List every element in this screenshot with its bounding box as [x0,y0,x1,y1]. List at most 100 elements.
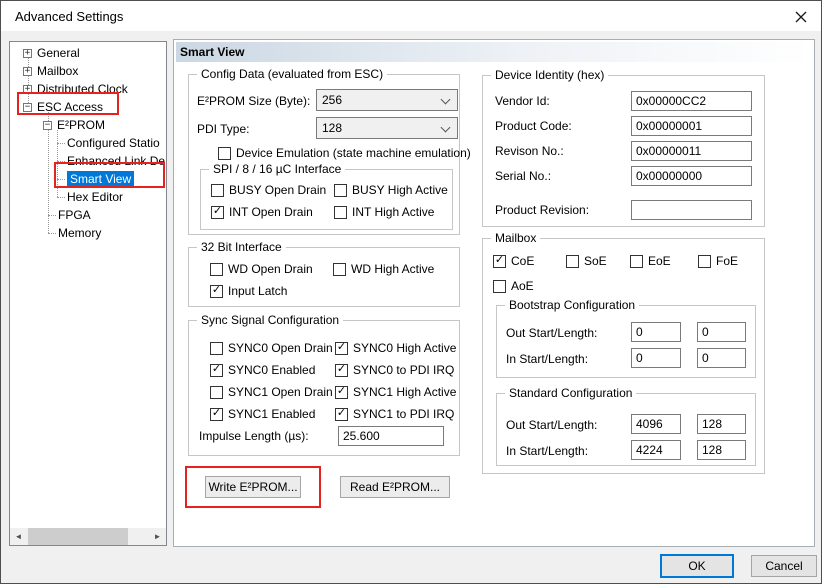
bootstrap-in-length-field[interactable]: 0 [697,348,746,368]
bootstrap-out-start-field[interactable]: 0 [631,322,681,342]
expand-plus-icon[interactable]: + [23,67,32,76]
checkbox-sync0-high-active[interactable]: ✓ SYNC0 High Active [335,341,456,355]
tree-connector [57,179,65,180]
checkbox-box [566,255,579,268]
checkbox-coe[interactable]: ✓ CoE [493,254,534,268]
read-eeprom-button[interactable]: Read E²PROM... [340,476,450,498]
tree-connector [48,215,56,216]
checkbox-label: SYNC1 Enabled [228,407,315,421]
checkbox-box [210,342,223,355]
checkbox-device-emulation[interactable]: Device Emulation (state machine emulatio… [218,146,471,160]
checkmark-icon: ✓ [337,342,346,353]
tree-item-configured-station[interactable]: Configured Statio [10,134,166,152]
checkbox-sync1-to-pdi-irq[interactable]: ✓ SYNC1 to PDI IRQ [335,407,454,421]
tree-item-memory[interactable]: Memory [10,224,166,242]
cancel-button[interactable]: Cancel [751,555,817,577]
pdi-type-label: PDI Type: [197,122,249,136]
group-spi-interface: SPI / 8 / 16 µC Interface BUSY Open Drai… [200,169,453,230]
checkbox-box [210,386,223,399]
checkbox-foe[interactable]: FoE [698,254,738,268]
write-eeprom-button[interactable]: Write E²PROM... [205,476,301,498]
checkbox-label: SoE [584,254,607,268]
vendor-id-field[interactable]: 0x00000CC2 [631,91,752,111]
checkbox-label: SYNC0 to PDI IRQ [353,363,454,377]
standard-out-start-field[interactable]: 4096 [631,414,681,434]
checkbox-sync0-open-drain[interactable]: SYNC0 Open Drain [210,341,333,355]
checkmark-icon: ✓ [337,408,346,419]
checkbox-box: ✓ [335,364,348,377]
checkbox-label: FoE [716,254,738,268]
checkmark-icon: ✓ [495,255,504,266]
checkbox-box [210,263,223,276]
expand-plus-icon[interactable]: + [23,49,32,58]
tree-item-enhanced-link-detection[interactable]: Enhanced Link De [10,152,166,170]
scroll-right-arrow-icon[interactable]: ► [149,528,166,545]
checkbox-busy-open-drain[interactable]: BUSY Open Drain [211,183,326,197]
scrollbar-thumb[interactable] [28,528,128,545]
checkbox-wd-open-drain[interactable]: WD Open Drain [210,262,313,276]
tree-item-general[interactable]: + General [10,44,166,62]
eeprom-size-select[interactable]: 256 [316,89,458,111]
checkbox-wd-high-active[interactable]: WD High Active [333,262,434,276]
checkbox-box [333,263,346,276]
tree-item-smart-view[interactable]: Smart View [10,170,166,188]
checkbox-sync0-enabled[interactable]: ✓ SYNC0 Enabled [210,363,315,377]
vendor-id-label: Vendor Id: [495,94,550,108]
checkbox-box: ✓ [210,364,223,377]
checkbox-sync0-to-pdi-irq[interactable]: ✓ SYNC0 to PDI IRQ [335,363,454,377]
checkbox-sync1-high-active[interactable]: ✓ SYNC1 High Active [335,385,456,399]
serial-no-field[interactable]: 0x00000000 [631,166,752,186]
titlebar: Advanced Settings [1,1,821,31]
expand-minus-icon[interactable]: − [23,103,32,112]
standard-out-length-field[interactable]: 128 [697,414,746,434]
group-title: Standard Configuration [505,386,636,400]
tree-item-esc-access[interactable]: − ESC Access [10,98,166,116]
checkbox-soe[interactable]: SoE [566,254,607,268]
scroll-left-arrow-icon[interactable]: ◄ [10,528,27,545]
expand-plus-icon[interactable]: + [23,85,32,94]
checkbox-sync1-open-drain[interactable]: SYNC1 Open Drain [210,385,333,399]
tree-item-label: Distributed Clock [37,82,128,96]
checkbox-aoe[interactable]: AoE [493,279,534,293]
checkbox-label: BUSY Open Drain [229,183,326,197]
checkbox-box: ✓ [210,285,223,298]
checkbox-box: ✓ [493,255,506,268]
bootstrap-in-start-field[interactable]: 0 [631,348,681,368]
group-title: 32 Bit Interface [197,240,286,254]
checkbox-int-open-drain[interactable]: ✓ INT Open Drain [211,205,313,219]
checkbox-label: Input Latch [228,284,287,298]
out-start-length-label: Out Start/Length: [506,326,597,340]
tree-item-distributed-clock[interactable]: + Distributed Clock [10,80,166,98]
pdi-type-select[interactable]: 128 [316,117,458,139]
checkbox-int-high-active[interactable]: INT High Active [334,205,434,219]
tree-item-fpga[interactable]: FPGA [10,206,166,224]
checkbox-sync1-enabled[interactable]: ✓ SYNC1 Enabled [210,407,315,421]
selected-value: 256 [322,93,342,107]
close-icon[interactable] [793,9,809,25]
checkbox-box [334,206,347,219]
checkbox-label: SYNC1 Open Drain [228,385,333,399]
revision-no-field[interactable]: 0x00000011 [631,141,752,161]
product-revision-field[interactable] [631,200,752,220]
checkbox-input-latch[interactable]: ✓ Input Latch [210,284,287,298]
ok-button[interactable]: OK [660,554,734,578]
tree-item-label: General [37,46,80,60]
standard-in-length-field[interactable]: 128 [697,440,746,460]
bootstrap-out-length-field[interactable]: 0 [697,322,746,342]
product-code-field[interactable]: 0x00000001 [631,116,752,136]
standard-in-start-field[interactable]: 4224 [631,440,681,460]
checkbox-eoe[interactable]: EoE [630,254,671,268]
expand-minus-icon[interactable]: − [43,121,52,130]
checkmark-icon: ✓ [212,408,221,419]
tree-item-hex-editor[interactable]: Hex Editor [10,188,166,206]
group-title: Sync Signal Configuration [197,313,343,327]
tree-item-mailbox[interactable]: + Mailbox [10,62,166,80]
impulse-length-field[interactable]: 25.600 [338,426,444,446]
checkbox-busy-high-active[interactable]: BUSY High Active [334,183,448,197]
tree-item-label: E²PROM [57,118,105,132]
checkbox-label: AoE [511,279,534,293]
tree-horizontal-scrollbar[interactable]: ◄ ► [10,528,166,545]
tree-item-eeprom[interactable]: − E²PROM [10,116,166,134]
smart-view-panel: Smart View Config Data (evaluated from E… [173,39,815,547]
checkbox-box: ✓ [211,206,224,219]
